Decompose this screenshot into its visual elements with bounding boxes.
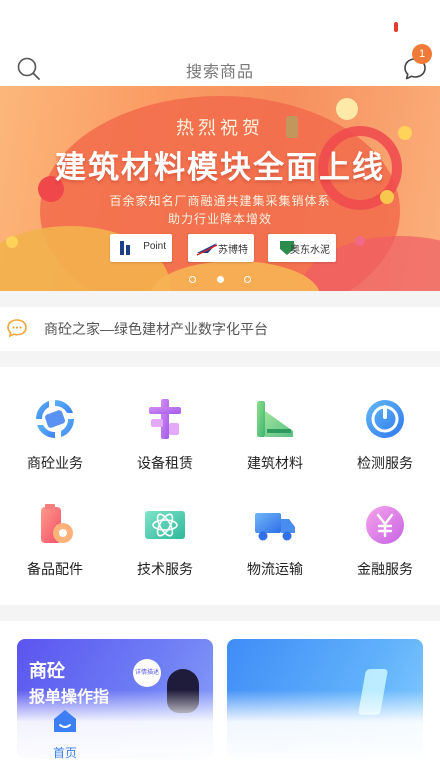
partner-logo-card: Point xyxy=(110,234,172,262)
guide-card-title: 商砼 xyxy=(29,661,65,681)
banner-title: 建筑材料模块全面上线 xyxy=(55,150,385,186)
notice-bar[interactable]: 商砼之家—绿色建材产业数字化平台 xyxy=(0,307,440,351)
carousel-dot[interactable] xyxy=(243,276,251,283)
building-materials-icon xyxy=(257,401,293,437)
speech-bubble-icon xyxy=(7,319,27,338)
concrete-business-icon xyxy=(36,400,74,438)
service-label: 检测服务 xyxy=(357,455,413,471)
carousel-dot-active[interactable] xyxy=(216,276,224,283)
status-indicator xyxy=(394,22,398,32)
service-concrete-business[interactable]: 商砼业务 xyxy=(0,397,110,497)
service-label: 物流运输 xyxy=(247,561,303,577)
banner-subtitle: 热烈祝贺 xyxy=(176,118,264,139)
banner-ball-decoration xyxy=(6,236,18,248)
service-label: 设备租赁 xyxy=(137,455,193,471)
top-bar: 搜索商品 xyxy=(0,50,440,86)
service-spare-parts[interactable]: 备品配件 xyxy=(0,503,110,603)
service-label: 建筑材料 xyxy=(247,455,303,471)
service-grid: 商砼业务 设备租赁 建筑材料 检测服务 备品配件 技术服务 物流运输 金融服务 xyxy=(0,367,440,605)
spare-parts-icon xyxy=(41,504,73,543)
status-bar xyxy=(0,0,440,50)
banner-description: 助力行业降本增效 xyxy=(167,212,272,226)
service-label: 金融服务 xyxy=(357,561,413,577)
yen-coin-icon xyxy=(366,506,404,544)
home-icon xyxy=(54,710,76,732)
service-label: 备品配件 xyxy=(27,561,83,577)
truck-icon xyxy=(255,513,295,541)
service-label: 商砼业务 xyxy=(27,455,83,471)
partner-logo-icon xyxy=(120,241,130,255)
service-label: 技术服务 xyxy=(137,561,193,577)
bottom-tab-bar: 首页 xyxy=(0,706,440,770)
testing-service-icon xyxy=(366,400,404,438)
service-finance[interactable]: 金融服务 xyxy=(330,503,440,603)
service-tech[interactable]: 技术服务 xyxy=(110,503,220,603)
banner-description: 百余家知名厂商融通共建集采集销体系 xyxy=(109,194,331,208)
partner-logo-card: 苏博特 xyxy=(188,234,254,262)
partner-logo-text: Point xyxy=(143,241,166,252)
carousel-dot[interactable] xyxy=(189,276,197,283)
tab-home[interactable]: 首页 xyxy=(38,706,92,766)
notice-text: 商砼之家—绿色建材产业数字化平台 xyxy=(44,321,268,337)
guide-card-bubble: 详情描述 xyxy=(133,659,161,687)
search-input[interactable]: 搜索商品 xyxy=(0,58,440,82)
banner-ball-decoration xyxy=(355,236,365,246)
service-building-materials[interactable]: 建筑材料 xyxy=(220,397,330,497)
service-logistics[interactable]: 物流运输 xyxy=(220,503,330,603)
partner-logo-text: 奥东水泥 xyxy=(290,245,330,256)
partner-logo-icon xyxy=(196,243,218,256)
tech-service-icon xyxy=(145,511,185,539)
service-equipment-rental[interactable]: 设备租赁 xyxy=(110,397,220,497)
service-testing[interactable]: 检测服务 xyxy=(330,397,440,497)
equipment-rental-icon xyxy=(149,399,181,439)
section-divider xyxy=(0,351,440,367)
carousel-indicator[interactable] xyxy=(0,270,440,288)
section-divider xyxy=(0,605,440,621)
promo-banner[interactable]: 热烈祝贺 建筑材料模块全面上线 百余家知名厂商融通共建集采集销体系 助力行业降本… xyxy=(0,86,440,291)
partner-logo-card: 奥东水泥 xyxy=(268,234,336,262)
section-divider xyxy=(0,291,440,307)
message-badge: 1 xyxy=(412,44,432,64)
tab-home-label: 首页 xyxy=(52,746,77,760)
partner-logo-text: 苏博特 xyxy=(218,245,248,256)
